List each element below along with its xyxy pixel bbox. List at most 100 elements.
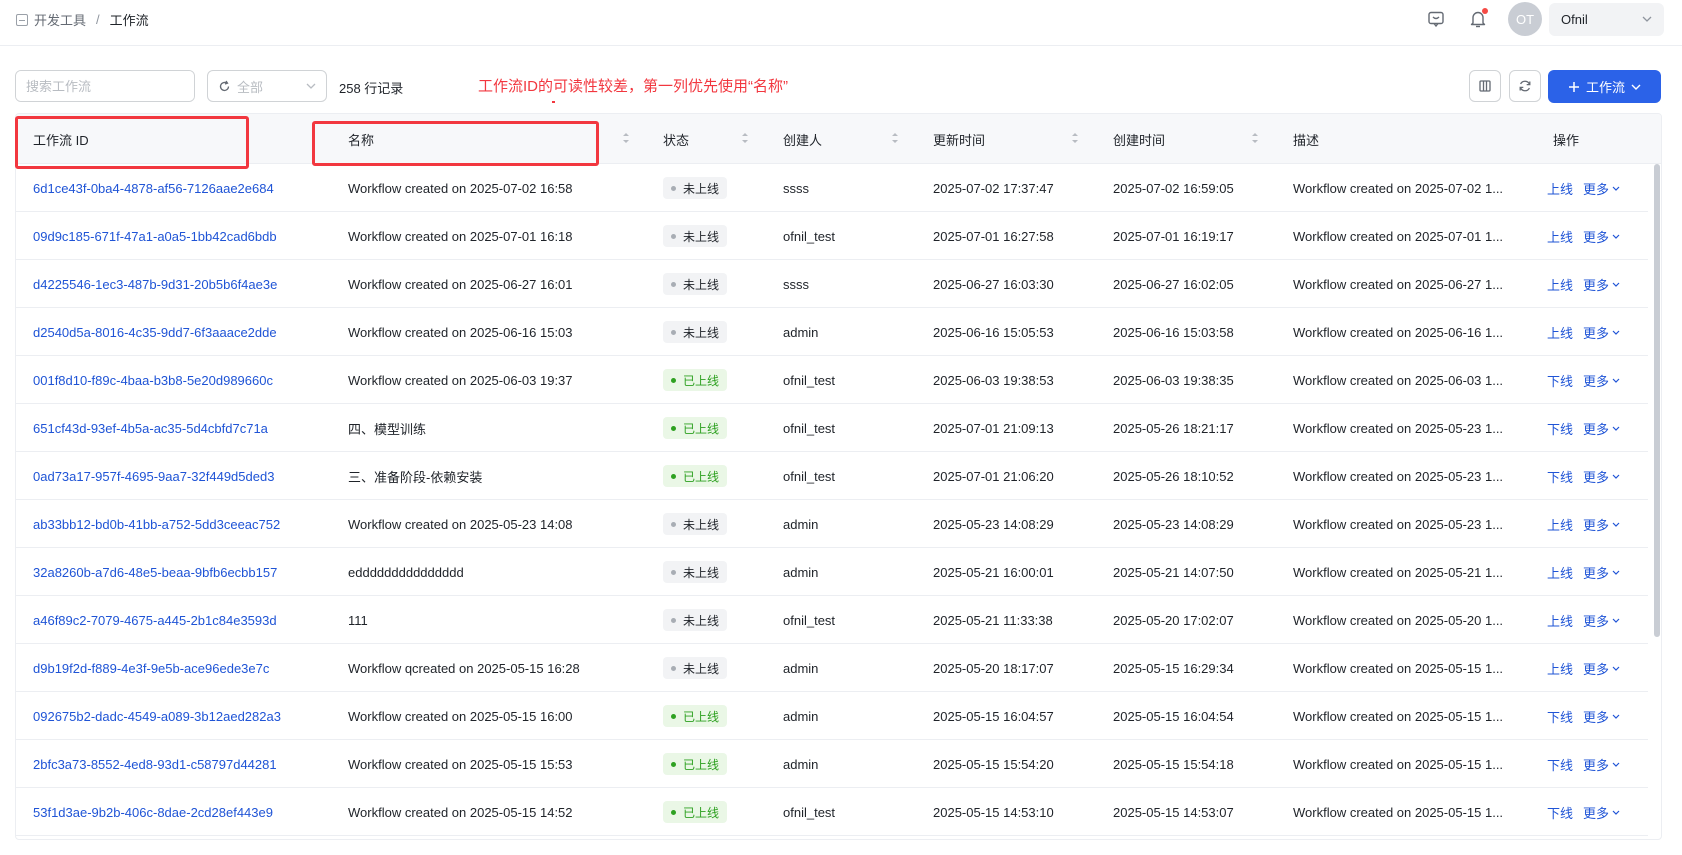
- description: Workflow created on 2025-05-21 1...: [1293, 564, 1504, 580]
- more-actions-button[interactable]: 更多: [1583, 275, 1620, 294]
- more-label: 更多: [1583, 565, 1610, 581]
- workflow-id-link[interactable]: d9b19f2d-f889-4e3f-9e5b-ace96ede3e7c: [33, 644, 333, 692]
- sort-icon[interactable]: [741, 131, 749, 145]
- toggle-online-link[interactable]: 上线: [1547, 659, 1573, 678]
- toggle-online-link[interactable]: 上线: [1547, 563, 1573, 582]
- toggle-online-link[interactable]: 上线: [1547, 179, 1573, 198]
- toggle-online-link[interactable]: 下线: [1547, 755, 1573, 774]
- toggle-online-link[interactable]: 下线: [1547, 419, 1573, 438]
- chevron-down-icon: [1642, 16, 1652, 22]
- created-time: 2025-05-15 16:29:34: [1113, 660, 1234, 676]
- created-time: 2025-05-23 14:08:29: [1113, 516, 1234, 532]
- status-dot-icon: [671, 329, 676, 335]
- sort-icon[interactable]: [622, 131, 630, 145]
- more-actions-button[interactable]: 更多: [1583, 467, 1620, 486]
- toggle-online-link[interactable]: 上线: [1547, 227, 1573, 246]
- avatar[interactable]: OT: [1508, 2, 1542, 36]
- status-badge: 未上线: [663, 225, 728, 247]
- created-time: 2025-05-21 14:07:50: [1113, 564, 1234, 580]
- updated-time: 2025-05-20 18:17:07: [933, 660, 1054, 676]
- workflow-name: Workflow created on 2025-07-02 16:58: [348, 180, 573, 196]
- description: Workflow created on 2025-05-20 1...: [1293, 612, 1504, 628]
- toggle-online-link[interactable]: 下线: [1547, 803, 1573, 822]
- toggle-online-link[interactable]: 上线: [1547, 275, 1573, 294]
- workflow-id-link[interactable]: 001f8d10-f89c-4baa-b3b8-5e20d989660c: [33, 356, 333, 404]
- workflow-id-link[interactable]: 0ad73a17-957f-4695-9aa7-32f449d5ded3: [33, 452, 333, 500]
- toggle-online-link[interactable]: 上线: [1547, 611, 1573, 630]
- more-actions-button[interactable]: 更多: [1583, 515, 1620, 534]
- sort-icon[interactable]: [891, 131, 899, 145]
- description: Workflow created on 2025-05-23 1...: [1293, 468, 1504, 484]
- more-label: 更多: [1583, 613, 1610, 629]
- breadcrumb: 开发工具 / 工作流: [16, 10, 149, 29]
- status-label: 已上线: [683, 709, 720, 724]
- updated-time: 2025-05-21 11:33:38: [933, 612, 1053, 628]
- creator: ssss: [783, 180, 809, 196]
- workflow-id-link[interactable]: 53f1d3ae-9b2b-406c-8dae-2cd28ef443e9: [33, 788, 333, 836]
- updated-time: 2025-05-15 15:54:20: [933, 756, 1054, 772]
- workflow-id-link[interactable]: 09d9c185-671f-47a1-a0a5-1bb42cad6bdb: [33, 212, 333, 260]
- more-actions-button[interactable]: 更多: [1583, 323, 1620, 342]
- notification-dot: [1482, 8, 1488, 14]
- toggle-online-link[interactable]: 下线: [1547, 371, 1573, 390]
- table-row: 53f1d3ae-9b2b-406c-8dae-2cd28ef443e9 Work…: [16, 788, 1648, 836]
- creator: ofnil_test: [783, 372, 836, 388]
- add-workflow-button[interactable]: 工作流: [1548, 70, 1661, 103]
- toggle-online-link[interactable]: 上线: [1547, 515, 1573, 534]
- workflow-id-link[interactable]: 32a8260b-a7d6-48e5-beaa-9bfb6ecbb157: [33, 548, 333, 596]
- status-label: 未上线: [683, 565, 720, 580]
- chevron-down-icon: [306, 83, 316, 89]
- toggle-online-link[interactable]: 上线: [1547, 323, 1573, 342]
- table-scrollbar[interactable]: [1654, 164, 1660, 637]
- breadcrumb-parent[interactable]: 开发工具: [34, 10, 86, 29]
- sort-icon[interactable]: [1071, 131, 1079, 145]
- status-cell: 未上线: [663, 644, 773, 692]
- created-time: 2025-06-16 15:03:58: [1113, 324, 1234, 340]
- updated-time: 2025-05-21 16:00:01: [933, 564, 1054, 580]
- toggle-online-link[interactable]: 下线: [1547, 707, 1573, 726]
- workflow-id-link[interactable]: a46f89c2-7079-4675-a445-2b1c84e3593d: [33, 596, 333, 644]
- more-actions-button[interactable]: 更多: [1583, 755, 1620, 774]
- notifications-button[interactable]: [1462, 3, 1494, 35]
- toggle-online-link[interactable]: 下线: [1547, 467, 1573, 486]
- status-filter-select[interactable]: 全部: [207, 70, 327, 102]
- workflow-id-link[interactable]: 6d1ce43f-0ba4-4878-af56-7126aae2e684: [33, 164, 333, 212]
- more-actions-button[interactable]: 更多: [1583, 659, 1620, 678]
- actions-cell: 下线 更多: [1547, 692, 1643, 740]
- workflow-id-link[interactable]: d4225546-1ec3-487b-9d31-20b5b6f4ae3e: [33, 260, 333, 308]
- more-label: 更多: [1583, 229, 1610, 245]
- chevron-down-icon: [1612, 186, 1620, 191]
- status-badge: 未上线: [663, 561, 728, 583]
- more-actions-button[interactable]: 更多: [1583, 371, 1620, 390]
- more-actions-button[interactable]: 更多: [1583, 611, 1620, 630]
- search-input[interactable]: [16, 71, 194, 101]
- more-actions-button[interactable]: 更多: [1583, 803, 1620, 822]
- status-badge: 已上线: [663, 705, 728, 727]
- created-time: 2025-07-01 16:19:17: [1113, 228, 1234, 244]
- updated-time: 2025-05-15 14:53:10: [933, 804, 1054, 820]
- user-menu-select[interactable]: Ofnil: [1549, 2, 1664, 36]
- column-header-actions: 操作: [1553, 132, 1580, 148]
- highlight-box-name-column: [312, 121, 599, 166]
- chevron-down-icon: [1612, 810, 1620, 815]
- dev-tools-icon: [16, 13, 28, 26]
- description: Workflow created on 2025-05-23 1...: [1293, 516, 1504, 532]
- workflow-id-link[interactable]: d2540d5a-8016-4c35-9dd7-6f3aaace2dde: [33, 308, 333, 356]
- more-actions-button[interactable]: 更多: [1583, 419, 1620, 438]
- more-actions-button[interactable]: 更多: [1583, 227, 1620, 246]
- refresh-filter-icon: [219, 80, 230, 91]
- workflow-id-link[interactable]: 2bfc3a73-8552-4ed8-93d1-c58797d44281: [33, 740, 333, 788]
- status-dot-icon: [671, 617, 676, 623]
- column-settings-button[interactable]: [1469, 70, 1501, 102]
- more-actions-button[interactable]: 更多: [1583, 707, 1620, 726]
- feedback-button[interactable]: [1420, 3, 1452, 35]
- workflow-id-link[interactable]: ab33bb12-bd0b-41bb-a752-5dd3ceeac752: [33, 500, 333, 548]
- status-cell: 未上线: [663, 500, 773, 548]
- more-actions-button[interactable]: 更多: [1583, 563, 1620, 582]
- refresh-button[interactable]: [1509, 70, 1541, 102]
- more-actions-button[interactable]: 更多: [1583, 179, 1620, 198]
- workflow-id-link[interactable]: 092675b2-dadc-4549-a089-3b12aed282a3: [33, 692, 333, 740]
- plus-icon: [1568, 81, 1579, 92]
- sort-icon[interactable]: [1251, 131, 1259, 145]
- workflow-id-link[interactable]: 651cf43d-93ef-4b5a-ac35-5d4cbfd7c71a: [33, 404, 333, 452]
